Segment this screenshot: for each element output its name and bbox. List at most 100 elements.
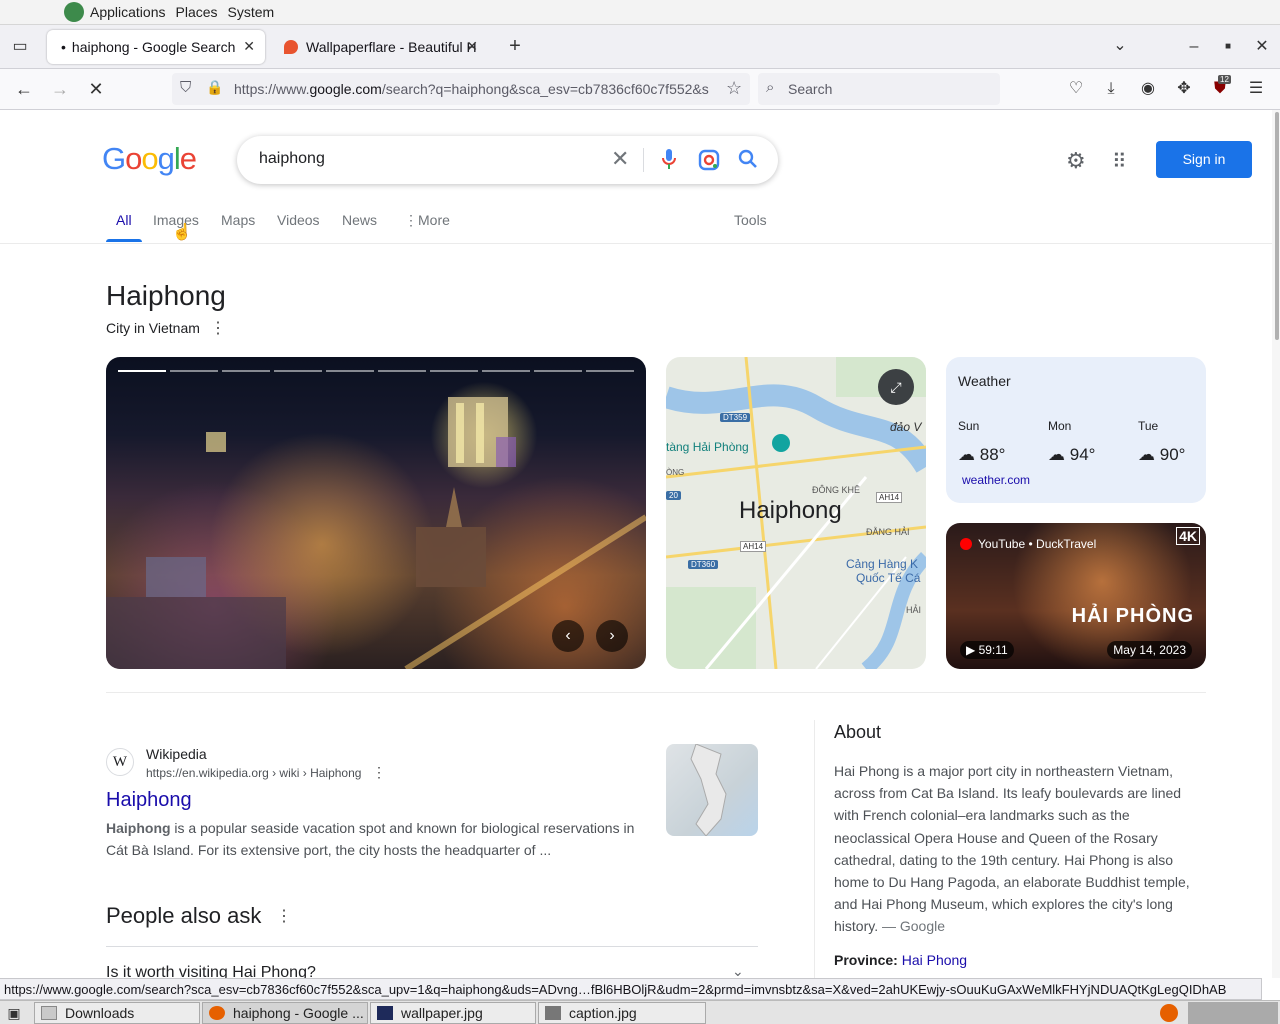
google-apps-icon[interactable]: ⠿ [1112,149,1127,174]
maximize-window-icon[interactable]: ■ [1216,35,1240,59]
tools-button[interactable]: Tools [734,212,767,228]
search-query[interactable]: haiphong [259,150,325,168]
carousel-next-icon[interactable]: › [596,620,628,652]
carousel-prev-icon[interactable]: ‹ [552,620,584,652]
map-city-label: Haiphong [739,497,842,524]
close-tab-icon[interactable]: ✕ [243,38,255,55]
voice-search-icon[interactable] [661,148,677,170]
map-label: tàng Hải Phòng [666,440,749,454]
video-duration: ▶ 59:11 [960,641,1014,659]
downloads-icon[interactable]: ⤓ [1099,77,1123,101]
google-search-box[interactable]: haiphong ✕ [237,136,778,184]
url-bar[interactable]: ⛉ 🔒 https://www.google.com/search?q=haip… [172,73,750,105]
result-cite[interactable]: https://en.wikipedia.org › wiki › Haipho… [146,766,361,780]
province-link[interactable]: Hai Phong [902,952,967,968]
sign-in-button[interactable]: Sign in [1156,141,1252,178]
map-label: HẢI [906,605,922,615]
tab-news[interactable]: News [342,212,377,228]
entity-title: Haiphong [106,280,226,311]
close-tab-icon[interactable]: ✕ [466,38,478,55]
menu-applications[interactable]: Applications [90,4,166,20]
taskbar-item-wallpaper[interactable]: wallpaper.jpg [370,1002,536,1024]
taskbar-item-firefox[interactable]: haiphong - Google ... [202,1002,368,1024]
map-label: ÒNG [666,468,685,477]
gnome-foot-icon[interactable] [64,2,84,22]
lock-icon[interactable]: 🔒 [206,79,223,96]
tracking-protection-shield-icon[interactable]: ⛉ [180,79,191,96]
carousel-progress-2 [170,370,218,372]
pocket-icon[interactable]: ♡ [1064,77,1088,101]
hamburger-menu-icon[interactable]: ☰ [1244,77,1268,101]
logo-letter: o [125,141,142,176]
image-viewer-icon [545,1006,561,1020]
expand-map-icon[interactable]: ⤢ [878,369,914,405]
lens-search-icon[interactable] [698,149,720,171]
image-viewer-icon [377,1006,393,1020]
weather-day: Tue [1138,419,1159,433]
video-overlay-title: HẢI PHÒNG [1071,605,1194,627]
about-source[interactable]: — Google [878,918,945,934]
tab-wallpaperflare[interactable]: Wallpaperflare - Beautiful H ✕ [270,30,488,64]
video-date: May 14, 2023 [1107,641,1192,659]
new-tab-button[interactable]: + [503,34,527,58]
carousel-progress-7 [430,370,478,372]
carousel-progress-9 [534,370,582,372]
weather-forecast-mon: ☁ 94° [1048,445,1095,465]
workspace-switcher[interactable] [1188,1002,1278,1024]
entity-more-options-icon[interactable]: ⋮ [210,318,226,338]
scrollbar-thumb[interactable] [1275,112,1279,340]
weather-source-link[interactable]: weather.com [962,473,1030,487]
stop-loading-icon[interactable]: ✕ [84,77,108,101]
tab-title: haiphong - Google Search [71,39,236,55]
extensions-icon[interactable]: ✥ [1172,77,1196,101]
close-window-icon[interactable]: ✕ [1250,35,1274,59]
tab-videos[interactable]: Videos [277,212,320,228]
section-divider [106,692,1206,693]
tab-maps[interactable]: Maps [221,212,255,228]
mouse-pointer-icon: ☝ [172,224,192,241]
paa-more-options-icon[interactable]: ⋮ [276,906,292,926]
carousel-progress-4 [274,370,322,372]
tab-all[interactable]: All [116,212,132,228]
result-site-name[interactable]: Wikipedia [146,746,207,762]
city-photo-carousel[interactable]: ‹ › [106,357,646,669]
result-more-options-icon[interactable]: ⋮ [372,764,386,781]
result-title-link[interactable]: Haiphong [106,789,192,812]
road-tag: AH14 [740,541,767,552]
url-text: https://www.google.com/search?q=haiphong… [234,81,709,97]
wikipedia-favicon-icon: W [106,748,134,776]
cloud-icon: ☁ [1048,445,1065,464]
back-icon[interactable]: ← [12,77,36,101]
road-tag: DT360 [688,560,719,569]
minimize-window-icon[interactable]: – [1182,35,1206,59]
city-map[interactable]: DT359 đảo V tàng Hải Phòng ÒNG 20 ĐÔNG K… [666,357,926,669]
weather-card[interactable]: Weather Sun Mon Tue ☁ 88° ☁ 94° ☁ 90° we… [946,357,1206,503]
tab-google-search[interactable]: • haiphong - Google Search ✕ [47,30,265,64]
account-icon[interactable]: ◉ [1136,77,1160,101]
tray-firefox-icon[interactable] [1160,1004,1178,1022]
menu-places[interactable]: Places [176,4,218,20]
youtube-video-card[interactable]: YouTube • DuckTravel 4K HẢI PHÒNG ▶ 59:1… [946,523,1206,669]
vietnam-map-thumbnail[interactable] [666,744,758,836]
firefox-view-icon[interactable]: ▭ [8,35,32,59]
show-desktop-icon[interactable]: ▣ [2,1001,26,1024]
tab-more[interactable]: More [418,212,450,228]
cloud-icon: ☁ [958,445,975,464]
taskbar-item-downloads[interactable]: Downloads [34,1002,200,1024]
google-logo[interactable]: Google [102,141,197,177]
result-snippet: Haiphong is a popular seaside vacation s… [106,820,635,858]
menu-system[interactable]: System [228,4,275,20]
clear-search-icon[interactable]: ✕ [611,146,629,172]
forward-icon[interactable]: → [48,77,72,101]
settings-gear-icon[interactable]: ⚙ [1066,148,1086,174]
more-dots-icon: ⋮ [404,212,418,228]
browser-search-field[interactable]: ⌕ Search [758,73,1000,105]
taskbar-item-caption[interactable]: caption.jpg [538,1002,706,1024]
tab-title: Wallpaperflare - Beautiful H [306,39,477,55]
search-submit-icon[interactable] [737,148,759,170]
bookmark-star-icon[interactable]: ☆ [722,78,743,99]
play-icon: ▶ [966,643,976,657]
weather-temp: 94° [1069,445,1096,464]
list-all-tabs-icon[interactable]: ⌄ [1108,34,1132,58]
entity-subtitle: City in Vietnam [106,320,200,336]
